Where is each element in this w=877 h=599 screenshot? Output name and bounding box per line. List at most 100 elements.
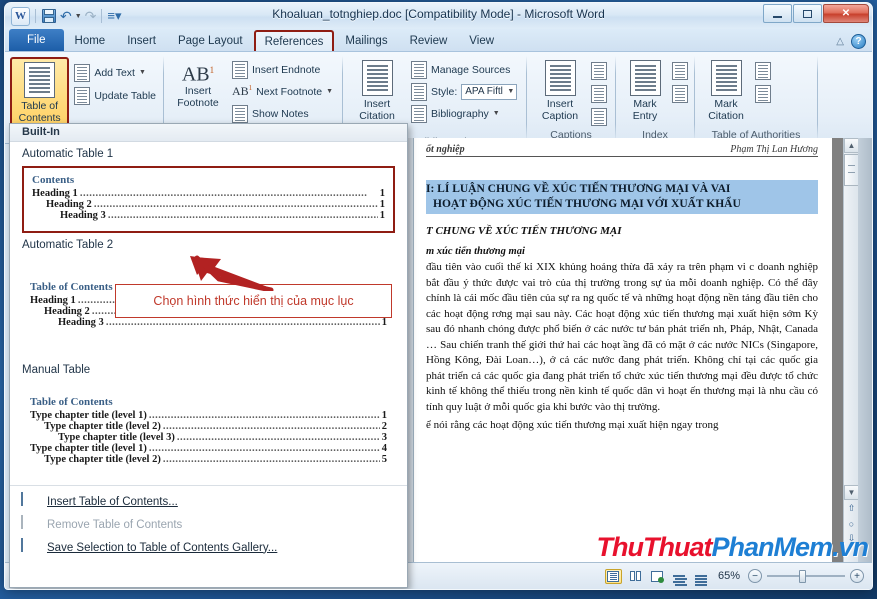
tab-view[interactable]: View <box>458 30 505 51</box>
zoom-slider-handle[interactable] <box>799 570 806 583</box>
zoom-slider[interactable] <box>767 569 845 583</box>
toc-row-page: 1 <box>382 317 387 328</box>
header-left-text: ốt nghiệp <box>426 144 465 155</box>
document-subheading-1: T CHUNG VỀ XÚC TIẾN THƯƠNG MẠI <box>426 225 818 237</box>
view-draft-button[interactable] <box>693 569 710 584</box>
citation-style-select[interactable]: APA Fiftl ▼ <box>461 84 517 100</box>
toc-preview-row: Heading 1 ..............................… <box>32 188 385 199</box>
maximize-button[interactable] <box>793 4 822 23</box>
tab-insert[interactable]: Insert <box>116 30 167 51</box>
menu-remove-table-of-contents: Remove Table of Contents <box>10 513 407 536</box>
cross-reference-icon[interactable] <box>591 108 607 126</box>
mark-entry-button[interactable]: Mark Entry <box>621 57 669 123</box>
zoom-level: 65% <box>718 570 740 582</box>
word-window: W ↶ ▼ ↷ ≡▾ Khoaluan_totnghiep.doc [Compa… <box>4 2 873 590</box>
insert-footnote-button[interactable]: AB1 Insert Footnote <box>169 57 227 110</box>
tab-references[interactable]: References <box>254 30 335 51</box>
toc-row-dots: ........................................… <box>177 432 380 443</box>
header-right-text: Phạm Thị Lan Hương <box>730 144 818 155</box>
toc-row-text: Heading 1 <box>30 295 76 306</box>
update-index-icon[interactable] <box>672 85 688 103</box>
update-table-figures-icon[interactable] <box>591 85 607 103</box>
toc-preview-row: Heading 2 ..............................… <box>32 199 385 210</box>
document-page[interactable]: ốt nghiệp Phạm Thị Lan Hương I: LÍ LUẬN … <box>414 138 832 562</box>
gallery-item-automatic-table-1[interactable]: Contents Heading 1 .....................… <box>22 166 395 233</box>
view-full-screen-reading-button[interactable] <box>627 569 644 584</box>
tab-page-layout[interactable]: Page Layout <box>167 30 254 51</box>
insert-caption-button[interactable]: Insert Caption <box>532 57 588 123</box>
update-table-label: Update Table <box>94 90 156 102</box>
zoom-out-button[interactable]: − <box>748 569 762 583</box>
minimize-button[interactable] <box>763 4 792 23</box>
manage-sources-button[interactable]: Manage Sources <box>409 60 519 79</box>
toc-preview-title-3: Table of Contents <box>30 396 387 408</box>
citation-style-dropdown-icon[interactable]: ▼ <box>507 88 514 95</box>
view-print-layout-button[interactable] <box>605 569 622 584</box>
manage-sources-icon <box>411 61 427 79</box>
next-footnote-button[interactable]: AB1 Next Footnote ▼ <box>230 82 335 101</box>
view-outline-button[interactable] <box>671 569 688 584</box>
window-controls: ✕ <box>763 4 869 23</box>
toc-icon <box>24 62 55 98</box>
update-table-button[interactable]: Update Table <box>72 86 158 105</box>
window-right-edge <box>858 138 872 562</box>
insert-table-authorities-icon[interactable] <box>755 62 771 80</box>
previous-page-icon[interactable]: ⇧ <box>844 501 859 516</box>
gallery-section-title-2: Automatic Table 2 <box>10 233 407 253</box>
insert-index-icon[interactable] <box>672 62 688 80</box>
next-footnote-label: Next Footnote <box>256 86 322 98</box>
watermark: ThuThuatPhanMem.vn <box>596 532 868 563</box>
insert-endnote-label: Insert Endnote <box>252 64 320 76</box>
toc-row-page: 2 <box>382 421 387 432</box>
menu-insert-table-of-contents[interactable]: Insert Table of Contents... <box>10 490 407 513</box>
insert-endnote-button[interactable]: Insert Endnote <box>230 60 335 79</box>
split-window-icon[interactable] <box>843 138 858 139</box>
tab-file[interactable]: File <box>9 29 64 51</box>
scroll-up-button[interactable]: ▲ <box>844 138 859 153</box>
ribbon-divider-6 <box>817 56 818 141</box>
bibliography-dropdown-icon[interactable]: ▼ <box>493 110 500 117</box>
style-icon <box>411 83 427 101</box>
add-text-button[interactable]: Add Text ▼ <box>72 63 158 82</box>
manage-sources-label: Manage Sources <box>431 64 510 76</box>
gallery-item-manual-table[interactable]: Table of Contents Type chapter title (le… <box>22 390 395 475</box>
document-paragraph-2: ể nói rằng các hoạt động xúc tiến thương… <box>426 418 818 434</box>
scroll-down-button[interactable]: ▼ <box>844 485 859 500</box>
tab-home[interactable]: Home <box>64 30 117 51</box>
selected-heading-line1: I: LÍ LUẬN CHUNG VỀ XÚC TIẾN THƯƠNG MẠI … <box>426 182 818 197</box>
show-notes-button[interactable]: Show Notes <box>230 104 335 123</box>
select-browse-object-icon[interactable]: ○ <box>844 516 859 531</box>
insert-endnote-icon <box>232 61 248 79</box>
toc-row-text: Heading 3 <box>58 317 104 328</box>
update-table-authorities-icon[interactable] <box>755 85 771 103</box>
toc-preview-row: Type chapter title (level 1) ...........… <box>30 443 387 454</box>
insert-table-of-figures-icon[interactable] <box>591 62 607 80</box>
vertical-scrollbar[interactable]: ▲ ⇧ ○ ⇩ ▼ <box>843 138 858 562</box>
tab-review[interactable]: Review <box>399 30 459 51</box>
update-table-icon <box>74 87 90 105</box>
gallery-header: Built-In <box>10 124 407 142</box>
help-icon[interactable]: ? <box>851 34 866 49</box>
toc-remove-icon <box>21 516 38 533</box>
close-button[interactable]: ✕ <box>823 4 869 23</box>
menu-remove-label: Remove Table of Contents <box>47 519 182 531</box>
watermark-red-text: ThuThuat <box>596 532 711 562</box>
zoom-in-button[interactable]: + <box>850 569 864 583</box>
menu-save-selection-to-gallery[interactable]: Save Selection to Table of Contents Gall… <box>10 536 407 559</box>
add-text-dropdown-icon[interactable]: ▼ <box>139 69 146 76</box>
mark-citation-button[interactable]: Mark Citation <box>700 57 752 123</box>
bibliography-button[interactable]: Bibliography ▼ <box>409 104 519 123</box>
citation-style-row[interactable]: Style: APA Fiftl ▼ <box>409 82 519 101</box>
toc-row-dots: ........................................… <box>80 188 378 199</box>
next-footnote-dropdown-icon[interactable]: ▼ <box>326 88 333 95</box>
scrollbar-thumb[interactable] <box>844 154 859 186</box>
gallery-section-title-3: Manual Table <box>10 338 407 378</box>
toc-save-icon <box>21 539 38 556</box>
footnote-ab-icon: AB1 <box>182 60 214 85</box>
tab-mailings[interactable]: Mailings <box>334 30 398 51</box>
minimize-ribbon-icon[interactable]: △ <box>836 36 844 47</box>
insert-caption-icon <box>545 60 576 96</box>
selected-heading: I: LÍ LUẬN CHUNG VỀ XÚC TIẾN THƯƠNG MẠI … <box>426 180 818 214</box>
toc-preview-row: Heading 3 ..............................… <box>32 210 385 221</box>
view-web-layout-button[interactable] <box>649 569 666 584</box>
